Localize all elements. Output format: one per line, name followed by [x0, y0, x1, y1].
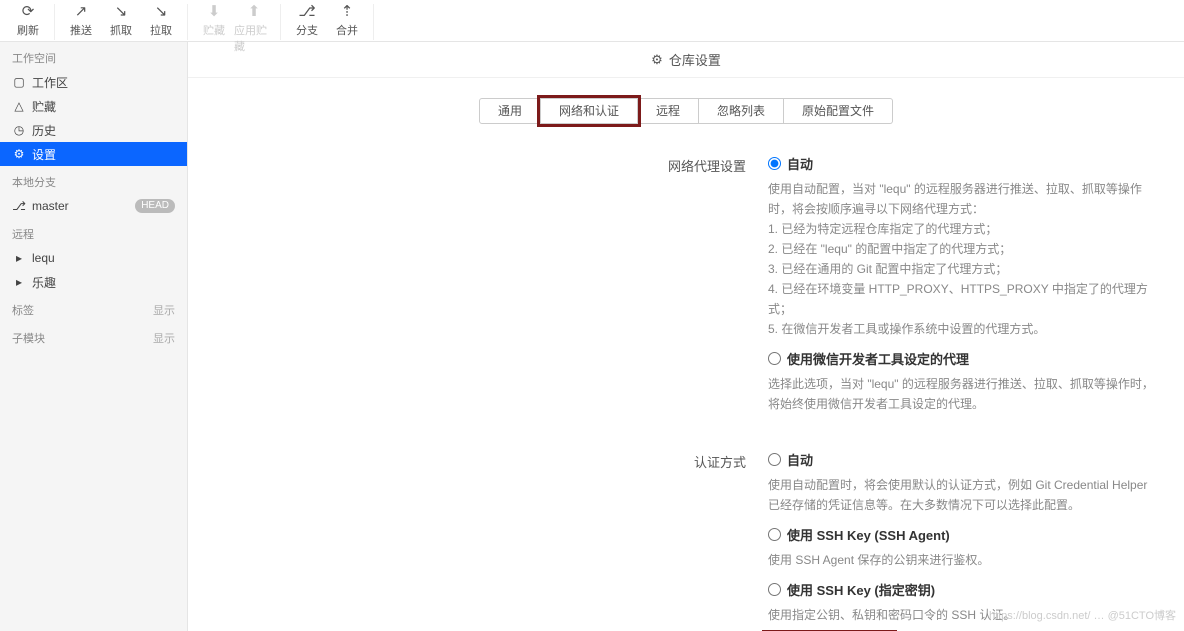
auth-auto-radio[interactable]: 自动: [768, 450, 1154, 469]
toolbar-fetch[interactable]: ↘抓取: [101, 4, 141, 40]
head-badge: HEAD: [135, 199, 175, 213]
toolbar: ⟳刷新 ↗推送 ↘抓取 ↘拉取 ⬇贮藏 ⬆应用贮藏 ⎇分支 ⇡合并: [0, 0, 1184, 42]
branch-icon: ⎇: [298, 4, 315, 20]
chevron-right-icon: ▸: [12, 275, 26, 289]
refresh-icon: ⟳: [22, 4, 35, 20]
history-icon: ◷: [12, 123, 26, 137]
auth-auto-desc: 使用自动配置时，将会使用默认的认证方式，例如 Git Credential He…: [768, 475, 1154, 515]
stash-icon: △: [12, 99, 26, 113]
sidebar-item-history[interactable]: ◷历史: [0, 118, 187, 142]
watermark: https://blog.csdn.net/ … @51CTO博客: [989, 607, 1176, 623]
toolbar-apply-stash: ⬆应用贮藏: [234, 4, 274, 40]
tab-ignore[interactable]: 忽略列表: [699, 98, 784, 124]
merge-icon: ⇡: [341, 4, 354, 20]
branch-icon: ⎇: [12, 199, 26, 213]
tab-raw-config[interactable]: 原始配置文件: [784, 98, 893, 124]
sidebar-remote-lequ2[interactable]: ▸乐趣: [0, 270, 187, 294]
proxy-auto-radio[interactable]: 自动: [768, 154, 1154, 173]
toolbar-refresh[interactable]: ⟳刷新: [8, 4, 48, 40]
push-icon: ↗: [75, 4, 88, 20]
pull-icon: ↘: [155, 4, 168, 20]
sidebar-section-local-branch: 本地分支: [0, 166, 187, 194]
tab-general[interactable]: 通用: [479, 98, 541, 124]
auth-section-label: 认证方式: [188, 450, 768, 631]
sidebar: 工作空间 ▢工作区 △贮藏 ◷历史 ⚙设置 本地分支 ⎇masterHEAD 远…: [0, 42, 188, 631]
sidebar-section-submodule: 子模块显示: [0, 322, 187, 350]
tab-network-auth[interactable]: 网络和认证: [541, 98, 638, 124]
submodule-show-link[interactable]: 显示: [153, 330, 175, 346]
proxy-wechat-desc: 选择此选项，当对 "lequ" 的远程服务器进行推送、拉取、抓取等操作时，将始终…: [768, 374, 1154, 414]
fetch-icon: ↘: [115, 4, 128, 20]
sidebar-section-tags: 标签显示: [0, 294, 187, 322]
chevron-right-icon: ▸: [12, 251, 26, 265]
gear-icon: ⚙: [651, 52, 663, 68]
proxy-section-label: 网络代理设置: [188, 154, 768, 424]
unstash-icon: ⬆: [248, 4, 261, 20]
sidebar-branch-master[interactable]: ⎇masterHEAD: [0, 194, 187, 218]
tab-remotes[interactable]: 远程: [638, 98, 699, 124]
auth-ssh-key-radio[interactable]: 使用 SSH Key (指定密钥): [768, 580, 1154, 599]
toolbar-branch[interactable]: ⎇分支: [287, 4, 327, 40]
sidebar-item-stash[interactable]: △贮藏: [0, 94, 187, 118]
tags-show-link[interactable]: 显示: [153, 302, 175, 318]
settings-tabs: 通用 网络和认证 远程 忽略列表 原始配置文件: [188, 98, 1184, 124]
proxy-wechat-radio[interactable]: 使用微信开发者工具设定的代理: [768, 349, 1154, 368]
toolbar-push[interactable]: ↗推送: [61, 4, 101, 40]
sidebar-remote-lequ[interactable]: ▸lequ: [0, 246, 187, 270]
settings-title: ⚙仓库设置: [188, 42, 1184, 78]
toolbar-pull[interactable]: ↘拉取: [141, 4, 181, 40]
gear-icon: ⚙: [12, 147, 26, 161]
toolbar-stash: ⬇贮藏: [194, 4, 234, 40]
sidebar-section-remote: 远程: [0, 218, 187, 246]
auth-ssh-agent-radio[interactable]: 使用 SSH Key (SSH Agent): [768, 525, 1154, 544]
auth-ssh-agent-desc: 使用 SSH Agent 保存的公钥来进行鉴权。: [768, 550, 1154, 570]
sidebar-item-workdir[interactable]: ▢工作区: [0, 70, 187, 94]
sidebar-section-workspace: 工作空间: [0, 42, 187, 70]
stash-icon: ⬇: [208, 4, 221, 20]
folder-icon: ▢: [12, 75, 26, 89]
sidebar-item-settings[interactable]: ⚙设置: [0, 142, 187, 166]
toolbar-merge[interactable]: ⇡合并: [327, 4, 367, 40]
proxy-auto-desc: 使用自动配置，当对 "lequ" 的远程服务器进行推送、拉取、抓取等操作时，将会…: [768, 179, 1154, 339]
settings-panel: ⚙仓库设置 通用 网络和认证 远程 忽略列表 原始配置文件 网络代理设置 自动 …: [188, 42, 1184, 631]
